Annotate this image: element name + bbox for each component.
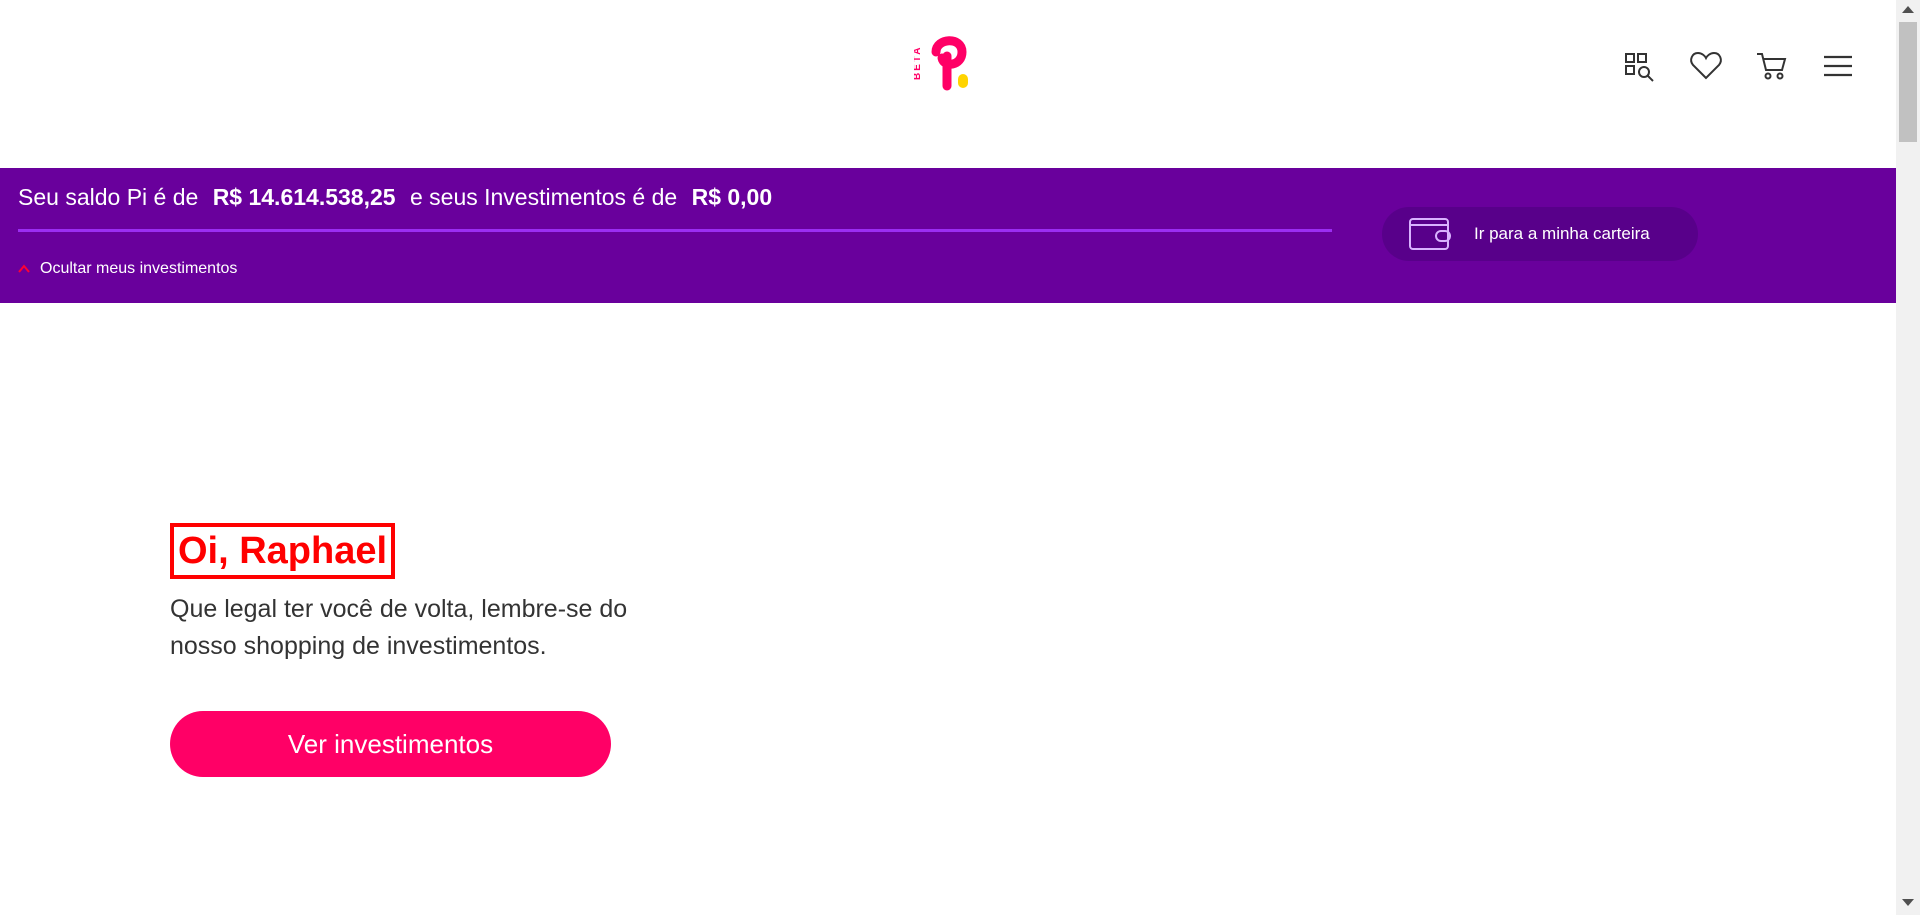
- balance-middle: e seus Investimentos é de: [409, 184, 678, 210]
- category-search-icon[interactable]: [1622, 48, 1658, 84]
- scrollbar-thumb[interactable]: [1899, 22, 1917, 142]
- chevron-up-icon: [18, 264, 30, 273]
- wallet-button[interactable]: Ir para a minha carteira: [1382, 207, 1698, 261]
- pi-balance-amount: R$ 14.614.538,25: [212, 184, 396, 210]
- wallet-button-label: Ir para a minha carteira: [1474, 224, 1650, 243]
- view-investments-button[interactable]: Ver investimentos: [170, 711, 611, 777]
- balance-prefix: Seu saldo Pi é de: [18, 184, 199, 210]
- menu-icon[interactable]: [1820, 48, 1856, 84]
- investments-amount: R$ 0,00: [691, 184, 773, 210]
- scroll-up-arrow-icon[interactable]: [1902, 6, 1914, 13]
- balance-divider: [18, 229, 1332, 232]
- balance-summary: Seu saldo Pi é de R$ 14.614.538,25 e seu…: [18, 184, 772, 211]
- greeting-subtitle: Que legal ter você de volta, lembre-se d…: [170, 595, 628, 660]
- greeting-title: Oi, Raphael: [170, 523, 396, 579]
- beta-badge: BETA: [914, 46, 923, 80]
- wallet-icon: [1409, 218, 1451, 250]
- hide-investments-toggle[interactable]: Ocultar meus investimentos: [18, 260, 237, 278]
- site-header: BETA: [0, 0, 1896, 168]
- scroll-down-arrow-icon[interactable]: [1902, 899, 1914, 906]
- cart-icon[interactable]: [1754, 48, 1790, 84]
- heart-icon[interactable]: [1688, 48, 1724, 84]
- hide-investments-label: Ocultar meus investimentos: [40, 260, 238, 277]
- pi-logo[interactable]: BETA: [912, 30, 978, 94]
